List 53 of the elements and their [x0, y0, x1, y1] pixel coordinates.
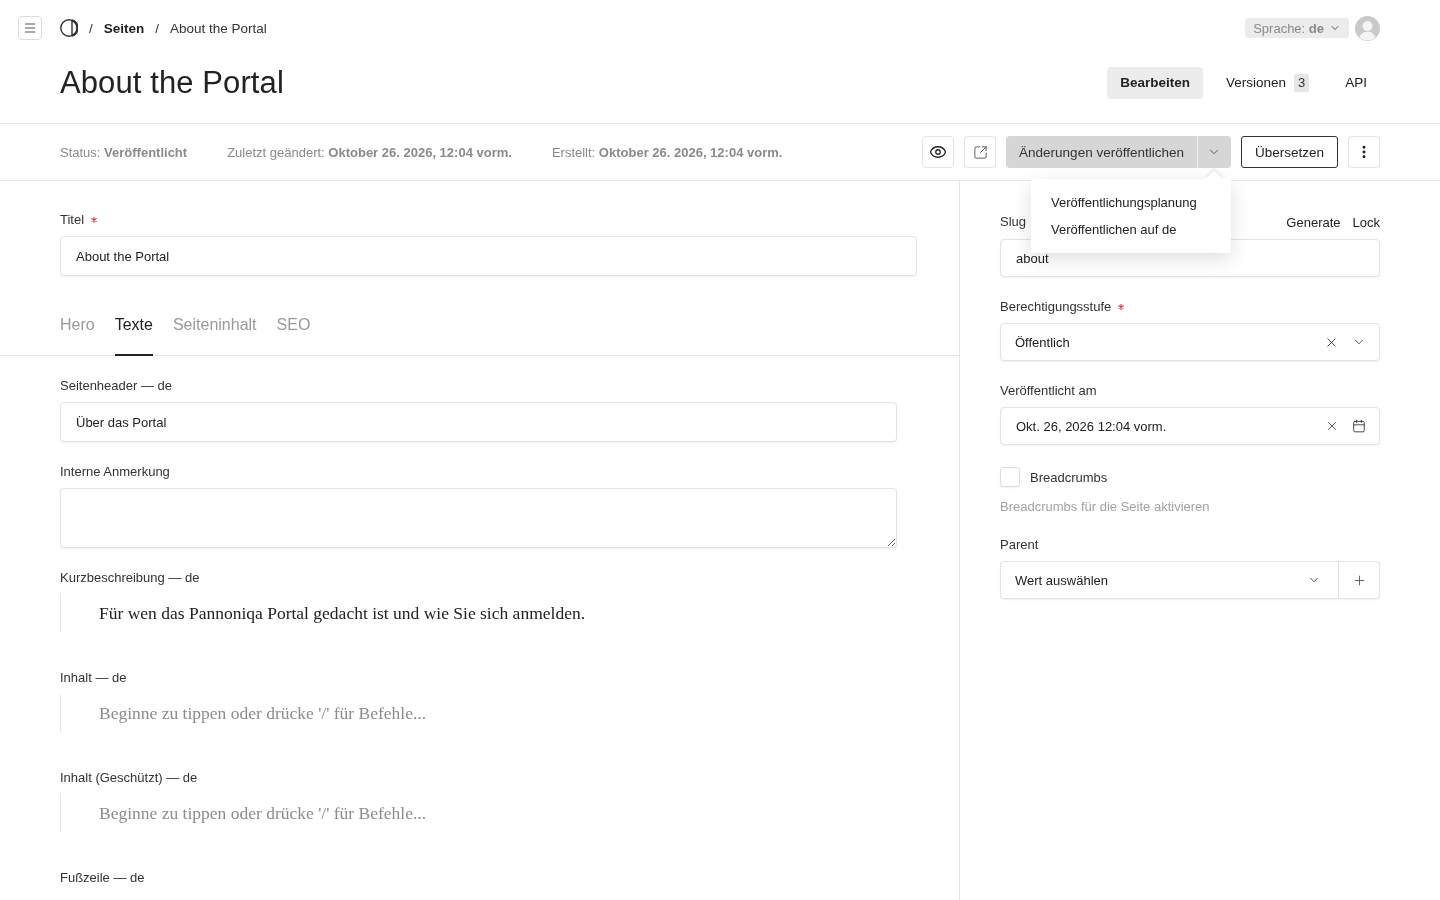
content-tab[interactable]: Texte	[114, 296, 153, 356]
field-label: Titel	[60, 212, 85, 228]
breadcrumb-separator: /	[155, 20, 160, 36]
textarea-field[interactable]	[60, 488, 897, 548]
publish-button[interactable]: Änderungen veröffentlichen	[1006, 136, 1197, 168]
field-label: Inhalt (Geschützt) — de	[60, 770, 198, 786]
eye-icon	[929, 143, 948, 161]
field-label: Berechtigungsstufe	[1000, 299, 1112, 315]
logo-icon[interactable]	[60, 19, 78, 37]
meta-text: Status: Veröffentlicht	[60, 144, 188, 160]
meta-text: Zuletzt geändert: Oktober 26. 2026, 12:04 vorm.	[227, 144, 512, 160]
external-link-icon	[972, 144, 988, 160]
field-label: Seitenheader — de	[60, 378, 173, 394]
field-label: Fußzeile — de	[60, 870, 145, 886]
field-description: Breadcrumbs für die Seite aktivieren	[1000, 499, 1210, 515]
meta-text: Erstellt: Oktober 26. 2026, 12:04 vorm.	[551, 144, 783, 160]
count-badge: 3	[1294, 73, 1310, 92]
add-button[interactable]	[1339, 561, 1380, 599]
page-title: About the Portal	[60, 64, 284, 101]
field-label: Interne Anmerkung	[60, 464, 170, 480]
more-button[interactable]	[1348, 136, 1380, 168]
checkbox[interactable]	[1000, 467, 1020, 487]
checkbox-label: Breadcrumbs	[1030, 469, 1108, 485]
view-tab[interactable]: API	[1332, 66, 1380, 99]
menu-icon	[23, 21, 37, 35]
publish-options-button[interactable]	[1196, 136, 1231, 168]
view-tab[interactable]: Bearbeiten	[1107, 66, 1203, 99]
text-input[interactable]: Über das Portal	[60, 402, 897, 442]
preview-button[interactable]	[922, 136, 955, 168]
date-field[interactable]: Okt. 26, 2026 12:04 vorm.	[1000, 407, 1380, 445]
translate-button[interactable]: Übersetzen	[1240, 136, 1338, 168]
title-input[interactable]: About the Portal	[60, 236, 917, 276]
field-label: Parent	[1000, 537, 1039, 553]
breadcrumb-link[interactable]: Seiten	[103, 20, 145, 36]
text-editor[interactable]: Für wen das Pannoniqa Portal gedacht ist und wie Sie sich anmelden.	[60, 594, 897, 632]
breadcrumb-separator: /	[89, 20, 93, 36]
plus-icon	[1351, 572, 1367, 588]
open-external-button[interactable]	[964, 136, 997, 168]
select-field[interactable]: Öffentlich	[1000, 323, 1380, 361]
avatar-icon[interactable]	[1355, 15, 1380, 41]
slug-action-link[interactable]: Lock	[1352, 214, 1380, 230]
field-label: Inhalt — de	[60, 670, 127, 686]
breadcrumb-current: About the Portal	[170, 20, 267, 36]
select-field[interactable]: Wert auswählen	[1000, 561, 1339, 599]
field-label: Veröffentlicht am	[1000, 383, 1097, 399]
field-label: Kurzbeschreibung — de	[60, 570, 200, 586]
clear-icon[interactable]	[1325, 419, 1339, 433]
menu-item[interactable]: Veröffentlichungsplanung	[1030, 189, 1231, 216]
view-tab[interactable]: Versionen 3	[1212, 66, 1323, 99]
slug-action-link[interactable]: Generate	[1286, 214, 1341, 230]
menu-button[interactable]	[18, 16, 42, 40]
calendar-icon[interactable]	[1352, 419, 1366, 433]
field-label: Slug	[1000, 214, 1027, 230]
